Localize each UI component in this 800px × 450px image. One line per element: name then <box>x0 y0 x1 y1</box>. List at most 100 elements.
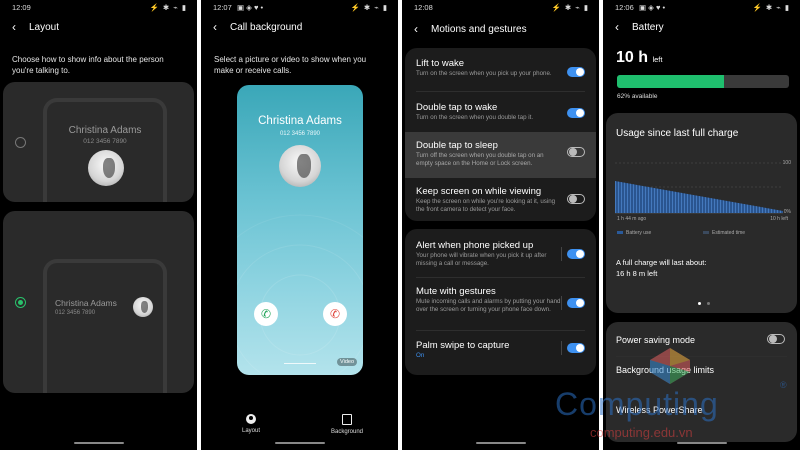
power-saving-mode-row[interactable]: Power saving mode <box>606 322 797 356</box>
status-bar: 12:07 ▣ ◈ ♥ • ⚡ ✱ ⌁ ▮ <box>213 3 388 15</box>
status-icons: ⚡ ✱ ⌁ ▮ <box>350 3 388 12</box>
setting-subtitle: Turn on the screen when you pick up your… <box>416 70 552 77</box>
caller-avatar <box>88 150 124 186</box>
status-time: 12:07 <box>213 3 232 12</box>
page-description: Choose how to show info about the person… <box>12 55 164 75</box>
caller-name: Christina Adams <box>258 115 342 127</box>
nav-gesture-bar[interactable] <box>274 442 325 444</box>
setting-mute-gestures[interactable]: Mute with gestures Mute incoming calls a… <box>405 278 596 330</box>
setting-title: Power saving mode <box>616 335 696 345</box>
page-description: Select a picture or video to show when y… <box>214 55 367 75</box>
screen-motions: 12:08 ⚡ ✱ ⌁ ▮ ‹ Motions and gestures Lif… <box>402 0 599 450</box>
back-icon[interactable]: ‹ <box>615 20 619 34</box>
title-bar: ‹ Motions and gestures <box>414 22 589 40</box>
setting-title: Lift to wake <box>416 58 465 69</box>
page-title: Motions and gestures <box>431 24 527 35</box>
gestures-group-2: Alert when phone picked up Your phone wi… <box>405 229 596 375</box>
setting-subtitle: Keep the screen on while you're looking … <box>416 198 556 213</box>
page-indicator <box>698 292 711 310</box>
setting-lift-to-wake[interactable]: Lift to wake Turn on the screen when you… <box>405 48 596 91</box>
caller-name: Christina Adams <box>68 125 142 136</box>
background-usage-limits-row[interactable]: Background usage limits <box>606 357 797 391</box>
status-icons: ⚡ ✱ ⌁ ▮ <box>551 3 589 12</box>
nav-gesture-bar[interactable] <box>73 442 124 444</box>
setting-alert-picked-up[interactable]: Alert when phone picked up Your phone wi… <box>405 229 596 277</box>
setting-subtitle: Mute incoming calls and alarms by puttin… <box>416 298 561 313</box>
double-tap-sleep-toggle[interactable] <box>567 147 585 157</box>
page-title: Layout <box>29 22 60 33</box>
caller-name: Christina Adams <box>55 298 117 308</box>
screen-battery: 12:06 ▣ ◈ ♥ • ⚡ ✱ ⌁ ▮ ‹ Battery 10 h lef… <box>603 0 800 450</box>
divider <box>561 341 562 355</box>
time-left: 10 h left <box>616 49 662 67</box>
legend-battery-use: Battery use <box>617 230 651 236</box>
setting-subtitle: Turn off the screen when you double tap … <box>416 152 544 167</box>
legend-swatch <box>617 231 623 234</box>
battery-options: Power saving mode Background usage limit… <box>606 322 797 442</box>
divider <box>561 247 562 261</box>
setting-title: Double tap to sleep <box>416 140 498 151</box>
setting-title: Wireless PowerShare <box>616 405 703 415</box>
gestures-group-1: Lift to wake Turn on the screen when you… <box>405 48 596 221</box>
mute-gestures-toggle[interactable] <box>567 298 585 308</box>
setting-title: Background usage limits <box>616 365 715 375</box>
status-bar: 12:08 ⚡ ✱ ⌁ ▮ <box>414 3 589 15</box>
caller-number: 012 3456 7890 <box>279 131 321 137</box>
setting-status: On <box>416 352 425 359</box>
page-dot <box>707 302 711 305</box>
page-title: Call background <box>230 22 303 33</box>
status-bar: 12:06 ▣ ◈ ♥ • ⚡ ✱ ⌁ ▮ <box>615 3 790 15</box>
palm-swipe-toggle[interactable] <box>567 343 585 353</box>
status-time: 12:08 <box>414 3 433 12</box>
phone-outline-icon <box>43 259 167 393</box>
alert-picked-up-toggle[interactable] <box>567 249 585 259</box>
status-icons: ⚡ ✱ ⌁ ▮ <box>149 3 187 12</box>
back-icon[interactable]: ‹ <box>414 22 418 36</box>
setting-title: Mute with gestures <box>416 286 496 297</box>
background-preview[interactable]: Christina Adams 012 3456 7890 ✆ ✆ Video <box>237 85 363 375</box>
tab-background[interactable]: Background <box>329 414 365 435</box>
setting-keep-screen-on[interactable]: Keep screen on while viewing Keep the sc… <box>405 178 596 221</box>
video-badge: Video <box>337 358 357 366</box>
double-tap-wake-toggle[interactable] <box>567 108 585 118</box>
tab-layout[interactable]: Layout <box>239 414 263 434</box>
nav-gesture-bar[interactable] <box>676 442 727 444</box>
page-dot-active <box>698 302 701 305</box>
lift-to-wake-toggle[interactable] <box>567 67 585 77</box>
setting-subtitle: Turn on the screen when you double tap i… <box>416 114 534 121</box>
setting-double-tap-wake[interactable]: Double tap to wake Turn on the screen wh… <box>405 92 596 130</box>
back-icon[interactable]: ‹ <box>12 20 16 34</box>
status-bar: 12:09 ⚡ ✱ ⌁ ▮ <box>12 3 187 15</box>
keep-screen-on-toggle[interactable] <box>567 194 585 204</box>
layout-option-2[interactable]: Christina Adams 012 3456 7890 <box>3 211 194 393</box>
setting-title: Alert when phone picked up <box>416 240 534 251</box>
page-title: Battery <box>632 22 664 33</box>
layout-option-1[interactable]: Christina Adams 012 3456 7890 <box>3 82 194 202</box>
status-time: 12:06 <box>615 3 634 12</box>
power-saving-toggle[interactable] <box>767 334 785 344</box>
ripple-decoration <box>237 214 363 375</box>
usage-chart <box>615 162 783 214</box>
nav-gesture-bar[interactable] <box>475 442 526 444</box>
setting-palm-swipe[interactable]: Palm swipe to capture On <box>405 331 596 375</box>
setting-title: Palm swipe to capture <box>416 340 510 351</box>
usage-card: Usage since last full charge 100 0% 1 h … <box>606 113 797 313</box>
image-icon <box>342 414 352 425</box>
legend-label: Battery use <box>626 230 652 236</box>
wireless-powershare-row[interactable]: Wireless PowerShare <box>606 398 797 432</box>
notification-icons: ▣ ◈ ♥ • <box>237 3 264 12</box>
chart-x-end: 10 h left <box>770 216 788 222</box>
legend-label: Estimated time <box>712 230 746 236</box>
setting-title: Double tap to wake <box>416 102 498 113</box>
person-icon <box>246 414 256 424</box>
divider <box>561 296 562 310</box>
chart-x-start: 1 h 44 m ago <box>617 216 647 222</box>
caller-avatar <box>279 145 321 187</box>
setting-double-tap-sleep[interactable]: Double tap to sleep Turn off the screen … <box>405 132 596 178</box>
status-time: 12:09 <box>12 3 31 12</box>
radio-option-2[interactable] <box>15 297 26 308</box>
back-icon[interactable]: ‹ <box>213 20 217 34</box>
notification-icons: ▣ ◈ ♥ • <box>639 3 666 12</box>
answer-call-icon: ✆ <box>254 302 278 326</box>
radio-option-1[interactable] <box>15 137 26 148</box>
